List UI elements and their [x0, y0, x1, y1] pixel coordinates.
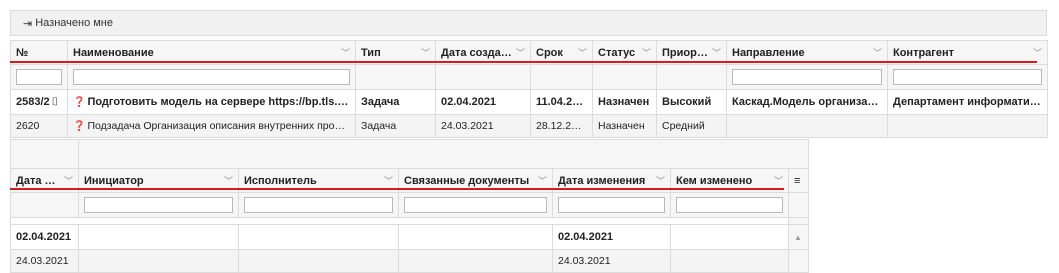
filter-cell — [726, 64, 888, 90]
cell-status-date: 02.04.2021 — [10, 224, 79, 250]
cell-created: 02.04.2021 — [435, 89, 531, 115]
chevron-down-icon[interactable]: ﹀ — [381, 174, 393, 187]
cell-deadline: 28.12.2021 — [530, 114, 593, 138]
cell-counterparty — [887, 114, 1048, 138]
scroll-up-icon[interactable]: ▲ — [794, 233, 802, 242]
spacer-cell — [10, 139, 79, 169]
scrollbar-track[interactable] — [787, 217, 810, 225]
tasks-grid-main: № Наименование ﹀ Тип ﹀ Дата создания ﹀ Срок… — [10, 40, 1048, 138]
grid1-filter-row — [10, 64, 1048, 90]
filter-cell — [435, 64, 531, 90]
filter-number-input[interactable] — [16, 69, 62, 85]
filter-cell — [10, 64, 68, 90]
cell-modified-by — [670, 224, 789, 250]
chevron-down-icon[interactable]: ﹀ — [221, 174, 233, 187]
chevron-down-icon[interactable]: ﹀ — [535, 174, 547, 187]
filter-cell — [530, 64, 593, 90]
chevron-down-icon[interactable]: ﹀ — [771, 174, 783, 187]
chevron-down-icon[interactable]: ﹀ — [709, 46, 721, 59]
cell-direction — [726, 114, 888, 138]
cell-status: Назначен — [592, 114, 657, 138]
filter-initiator-input[interactable] — [84, 197, 233, 213]
filter-cell — [552, 192, 671, 218]
assigned-to-me-label: Назначено мне — [35, 17, 114, 29]
filter-cell — [592, 64, 657, 90]
chevron-down-icon[interactable]: ﹀ — [870, 46, 882, 59]
filter-cell — [78, 192, 239, 218]
assigned-to-me-button[interactable]: ⇥ Назначено мне — [23, 17, 113, 30]
cell-priority: Средний — [656, 114, 727, 138]
cell-counterparty: Департамент информатиза... — [887, 89, 1048, 115]
filter-cell — [67, 64, 356, 90]
filter-cell — [787, 192, 810, 218]
cell-name[interactable]: ❓ Подзадача Организация описания внутренн… — [67, 114, 356, 138]
filter-name-input[interactable] — [73, 69, 350, 85]
cell-executor — [238, 224, 399, 250]
cell-linked-docs — [398, 224, 553, 250]
cell-status-date: 24.03.2021 — [10, 249, 79, 273]
cell-modified-by — [670, 249, 789, 273]
filter-modified-input[interactable] — [558, 197, 665, 213]
cell-priority: Высокий — [656, 89, 727, 115]
chevron-down-icon[interactable]: ﹀ — [639, 46, 651, 59]
filter-cell — [238, 192, 399, 218]
cell-type: Задача — [355, 89, 436, 115]
cell-modified: 02.04.2021 — [552, 224, 671, 250]
scrollbar-track[interactable] — [787, 249, 810, 273]
chevron-down-icon[interactable]: ﹀ — [418, 46, 430, 59]
sign-in-icon: ⇥ — [23, 17, 33, 30]
filter-executor-input[interactable] — [244, 197, 393, 213]
cell-modified: 24.03.2021 — [552, 249, 671, 273]
scrollbar-track[interactable]: ▲ — [787, 224, 810, 250]
filter-cell — [10, 192, 79, 218]
question-circle-icon: ❓ — [73, 97, 86, 108]
highlight-line-bottom — [10, 188, 784, 190]
cell-initiator — [78, 249, 239, 273]
table-row[interactable]: 2583/2 ⌷ ❓ Подготовить модель на сервере h… — [10, 89, 1048, 115]
filter-direction-input[interactable] — [732, 69, 882, 85]
grid2-spacer-row — [10, 139, 810, 169]
table-row[interactable]: 24.03.2021 24.03.2021 — [10, 249, 810, 273]
chevron-down-icon[interactable]: ﹀ — [1030, 46, 1042, 59]
grid2-filter-row — [10, 192, 810, 218]
table-row[interactable]: 2620 ❓ Подзадача Организация описания вну… — [10, 114, 1048, 138]
cell-direction: Каскад.Модель организации — [726, 89, 888, 115]
question-circle-icon: ❓ — [73, 121, 86, 132]
bookmark-icon[interactable]: ⌷ — [52, 96, 59, 108]
cell-number: 2583/2 ⌷ — [10, 89, 68, 115]
table-row[interactable]: 02.04.2021 02.04.2021 ▲ — [10, 224, 810, 250]
spacer-cell — [77, 139, 810, 169]
filter-cell — [670, 192, 789, 218]
column-menu-button[interactable]: ≡ — [787, 168, 810, 193]
cell-initiator — [78, 224, 239, 250]
toolbar: ⇥ Назначено мне — [10, 10, 1047, 36]
cell-type: Задача — [355, 114, 436, 138]
chevron-down-icon[interactable]: ﹀ — [513, 46, 525, 59]
filter-cell — [398, 192, 553, 218]
cell-number: 2620 — [10, 114, 68, 138]
tasks-grid-extra: Дата ста..﹀ Инициатор﹀ Исполнитель﹀ Связ… — [10, 139, 810, 273]
filter-modified-by-input[interactable] — [676, 197, 783, 213]
highlight-line-top — [10, 61, 1037, 63]
chevron-down-icon[interactable]: ﹀ — [575, 46, 587, 59]
filter-cell — [355, 64, 436, 90]
cell-linked-docs — [398, 249, 553, 273]
menu-icon: ≡ — [794, 174, 801, 187]
cell-name[interactable]: ❓ Подготовить модель на сервере https://b… — [67, 89, 356, 115]
chevron-down-icon[interactable]: ﹀ — [61, 174, 73, 187]
cell-status: Назначен — [592, 89, 657, 115]
cell-created: 24.03.2021 — [435, 114, 531, 138]
grid2-gap-row — [10, 217, 810, 225]
cell-deadline: 11.04.2021 — [530, 89, 593, 115]
gap-cell — [10, 217, 789, 225]
cell-executor — [238, 249, 399, 273]
filter-counterparty-input[interactable] — [893, 69, 1042, 85]
chevron-down-icon[interactable]: ﹀ — [338, 46, 350, 59]
chevron-down-icon[interactable]: ﹀ — [653, 174, 665, 187]
filter-cell — [656, 64, 727, 90]
filter-linked-docs-input[interactable] — [404, 197, 547, 213]
filter-cell — [887, 64, 1048, 90]
